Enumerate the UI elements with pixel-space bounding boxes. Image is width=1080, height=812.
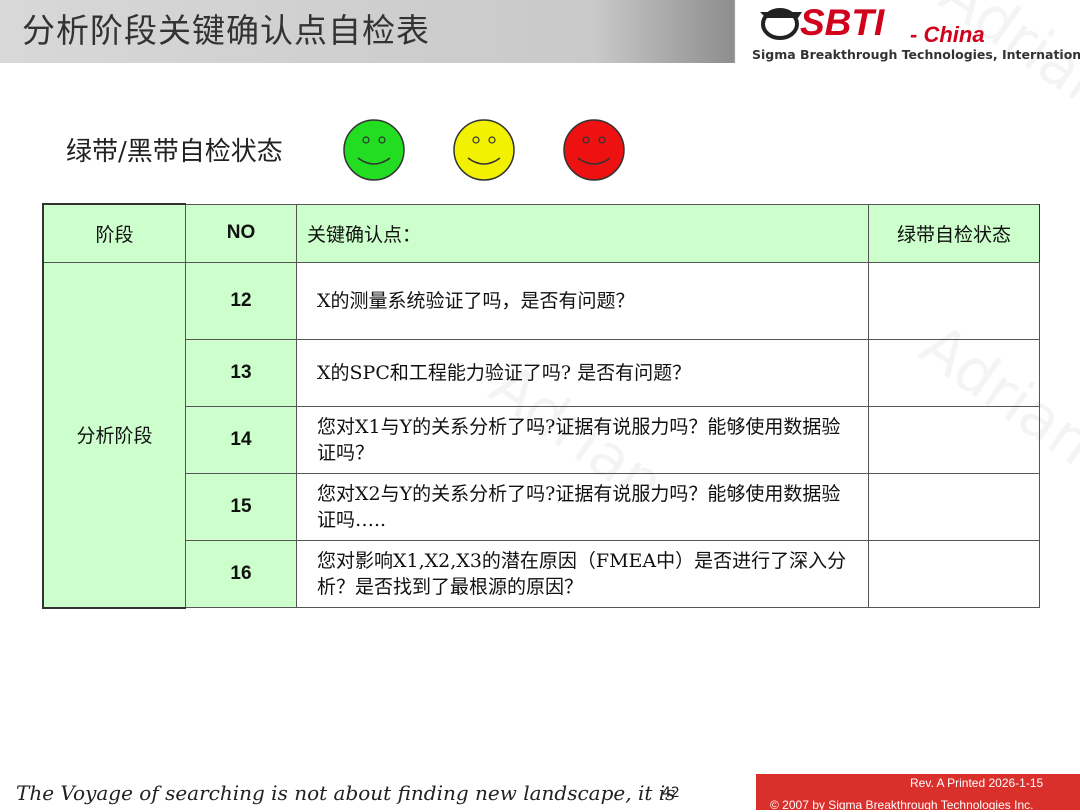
row-number: 14: [185, 406, 297, 474]
yellow-smiley-icon: [453, 119, 515, 181]
key-point-text: 您对X1与Y的关系分析了吗?证据有说服力吗？能够使用数据验证吗？: [296, 406, 869, 474]
row-number: 12: [185, 262, 297, 340]
stage-cell: 分析阶段: [42, 262, 186, 609]
status-cell[interactable]: [868, 473, 1040, 541]
status-cell[interactable]: [868, 262, 1040, 340]
page-title: 分析阶段关键确认点自检表: [22, 11, 430, 50]
logo-subtitle: Sigma Breakthrough Technologies, Interna…: [752, 47, 1080, 62]
sigma-logo-icon: [760, 8, 802, 40]
status-cell[interactable]: [868, 339, 1040, 407]
table-row: 14 您对X1与Y的关系分析了吗?证据有说服力吗？能够使用数据验证吗？: [43, 406, 1040, 474]
row-number: 13: [185, 339, 297, 407]
green-smiley-icon: [343, 119, 405, 181]
status-cell[interactable]: [868, 406, 1040, 474]
revision-text: Rev. A Printed 2026-1-15: [910, 776, 1044, 790]
logo-wordmark: SBTI: [800, 2, 885, 43]
header-status: 绿带自检状态: [868, 203, 1040, 263]
status-legend-label: 绿带/黑带自检状态: [66, 137, 283, 167]
row-number: 16: [185, 540, 297, 608]
red-smiley-icon: [563, 119, 625, 181]
status-cell[interactable]: [868, 540, 1040, 608]
header-bar: 分析阶段关键确认点自检表 SBTI - China Sigma Breakthr…: [0, 0, 1080, 63]
row-number: 15: [185, 473, 297, 541]
page-number: 42: [662, 785, 680, 801]
key-point-text: X的测量系统验证了吗，是否有问题？: [296, 262, 869, 340]
table-row: 16 您对影响X1,X2,X3的潜在原因（FMEA中）是否进行了深入分析？是否找…: [43, 540, 1040, 608]
header-key-points: 关键确认点：: [296, 203, 869, 263]
header-stage: 阶段: [42, 203, 186, 263]
checklist-table: 阶段 NO 关键确认点： 绿带自检状态 分析阶段 12 X的测量系统验证了吗，是…: [42, 203, 1040, 609]
table-row: 分析阶段 12 X的测量系统验证了吗，是否有问题？: [42, 262, 1040, 609]
table-row: 15 您对X2与Y的关系分析了吗?证据有说服力吗？能够使用数据验证吗…..: [43, 473, 1040, 541]
table-row: 13 X的SPC和工程能力验证了吗? 是否有问题？: [43, 339, 1040, 407]
key-point-text: 您对影响X1,X2,X3的潜在原因（FMEA中）是否进行了深入分析？是否找到了最…: [296, 540, 869, 608]
key-point-text: X的SPC和工程能力验证了吗? 是否有问题？: [296, 339, 869, 407]
header-no: NO: [185, 203, 297, 263]
footer-quote: The Voyage of searching is not about fin…: [16, 781, 676, 805]
logo-china: - China: [910, 22, 985, 47]
table-header-row: 阶段 NO 关键确认点： 绿带自检状态: [42, 203, 1040, 263]
sbti-logo: SBTI - China Sigma Breakthrough Technolo…: [752, 2, 1080, 62]
key-point-text: 您对X2与Y的关系分析了吗?证据有说服力吗？能够使用数据验证吗…..: [296, 473, 869, 541]
